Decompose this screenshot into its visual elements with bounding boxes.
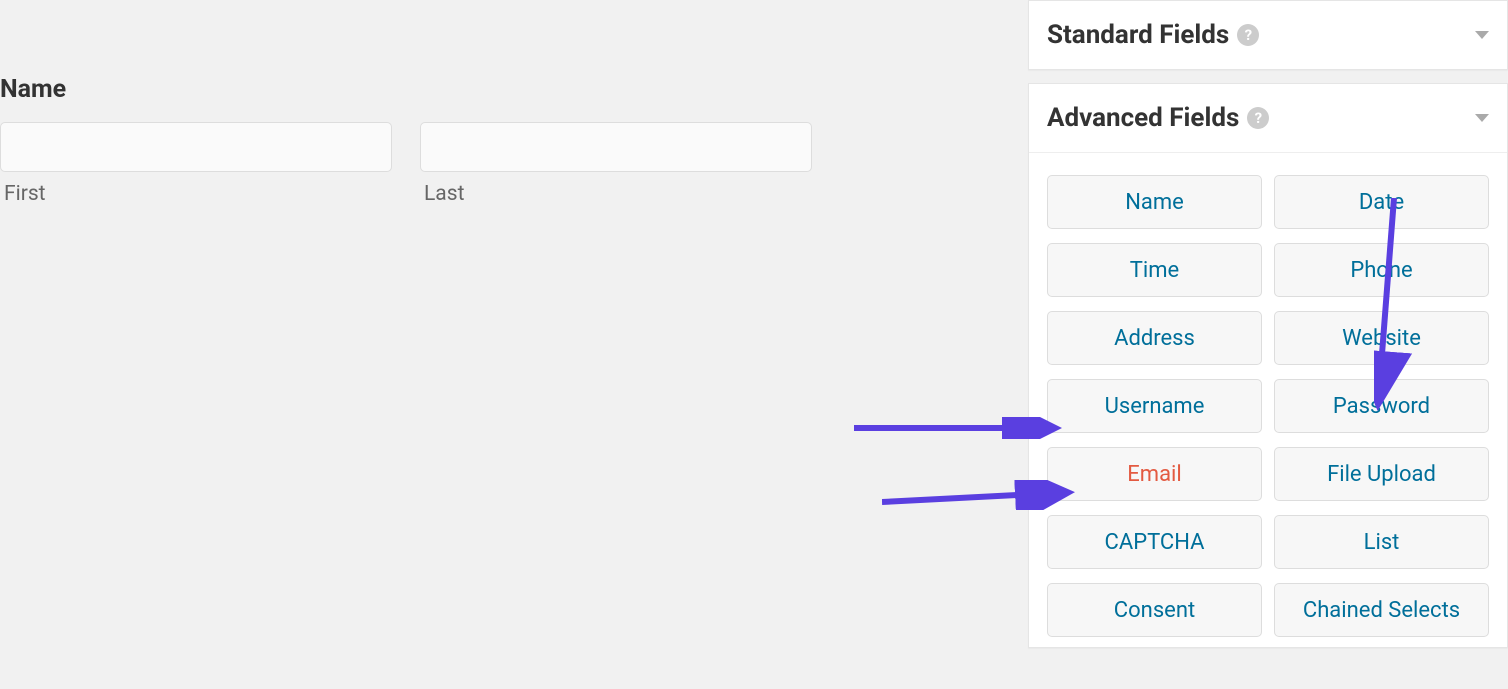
advanced-fields-title: Advanced Fields bbox=[1047, 103, 1239, 133]
field-time-button[interactable]: Time bbox=[1047, 243, 1262, 297]
field-consent-button[interactable]: Consent bbox=[1047, 583, 1262, 637]
advanced-fields-title-wrap: Advanced Fields ? bbox=[1047, 103, 1269, 133]
field-label-name: Name bbox=[0, 75, 1020, 104]
field-email-button[interactable]: Email bbox=[1047, 447, 1262, 501]
field-chainedselects-button[interactable]: Chained Selects bbox=[1274, 583, 1489, 637]
advanced-fields-body: Name Date Time Phone Address Website Use… bbox=[1029, 153, 1507, 647]
standard-fields-title-wrap: Standard Fields ? bbox=[1047, 20, 1259, 50]
chevron-down-icon bbox=[1475, 31, 1489, 39]
standard-fields-header[interactable]: Standard Fields ? bbox=[1029, 1, 1507, 69]
standard-fields-title: Standard Fields bbox=[1047, 20, 1229, 50]
last-name-input[interactable] bbox=[420, 122, 812, 172]
advanced-fields-panel: Advanced Fields ? Name Date Time Phone A… bbox=[1028, 83, 1508, 648]
name-inputs-row: First Last bbox=[0, 122, 1020, 206]
chevron-down-icon bbox=[1475, 114, 1489, 122]
field-username-button[interactable]: Username bbox=[1047, 379, 1262, 433]
field-website-button[interactable]: Website bbox=[1274, 311, 1489, 365]
field-password-button[interactable]: Password bbox=[1274, 379, 1489, 433]
advanced-fields-grid: Name Date Time Phone Address Website Use… bbox=[1047, 175, 1489, 637]
name-field-block: Name First Last bbox=[0, 75, 1020, 206]
form-editor: Name First Last bbox=[0, 0, 1020, 689]
field-date-button[interactable]: Date bbox=[1274, 175, 1489, 229]
standard-fields-panel: Standard Fields ? bbox=[1028, 0, 1508, 70]
field-address-button[interactable]: Address bbox=[1047, 311, 1262, 365]
last-name-col: Last bbox=[420, 122, 812, 206]
advanced-fields-header[interactable]: Advanced Fields ? bbox=[1029, 84, 1507, 153]
first-name-input[interactable] bbox=[0, 122, 392, 172]
help-icon[interactable]: ? bbox=[1247, 107, 1269, 129]
last-sublabel: Last bbox=[420, 182, 812, 206]
field-list-button[interactable]: List bbox=[1274, 515, 1489, 569]
fields-sidebar: Standard Fields ? Advanced Fields ? Name… bbox=[1028, 0, 1508, 689]
field-fileupload-button[interactable]: File Upload bbox=[1274, 447, 1489, 501]
help-icon[interactable]: ? bbox=[1237, 24, 1259, 46]
first-sublabel: First bbox=[0, 182, 392, 206]
field-name-button[interactable]: Name bbox=[1047, 175, 1262, 229]
field-captcha-button[interactable]: CAPTCHA bbox=[1047, 515, 1262, 569]
first-name-col: First bbox=[0, 122, 392, 206]
field-phone-button[interactable]: Phone bbox=[1274, 243, 1489, 297]
